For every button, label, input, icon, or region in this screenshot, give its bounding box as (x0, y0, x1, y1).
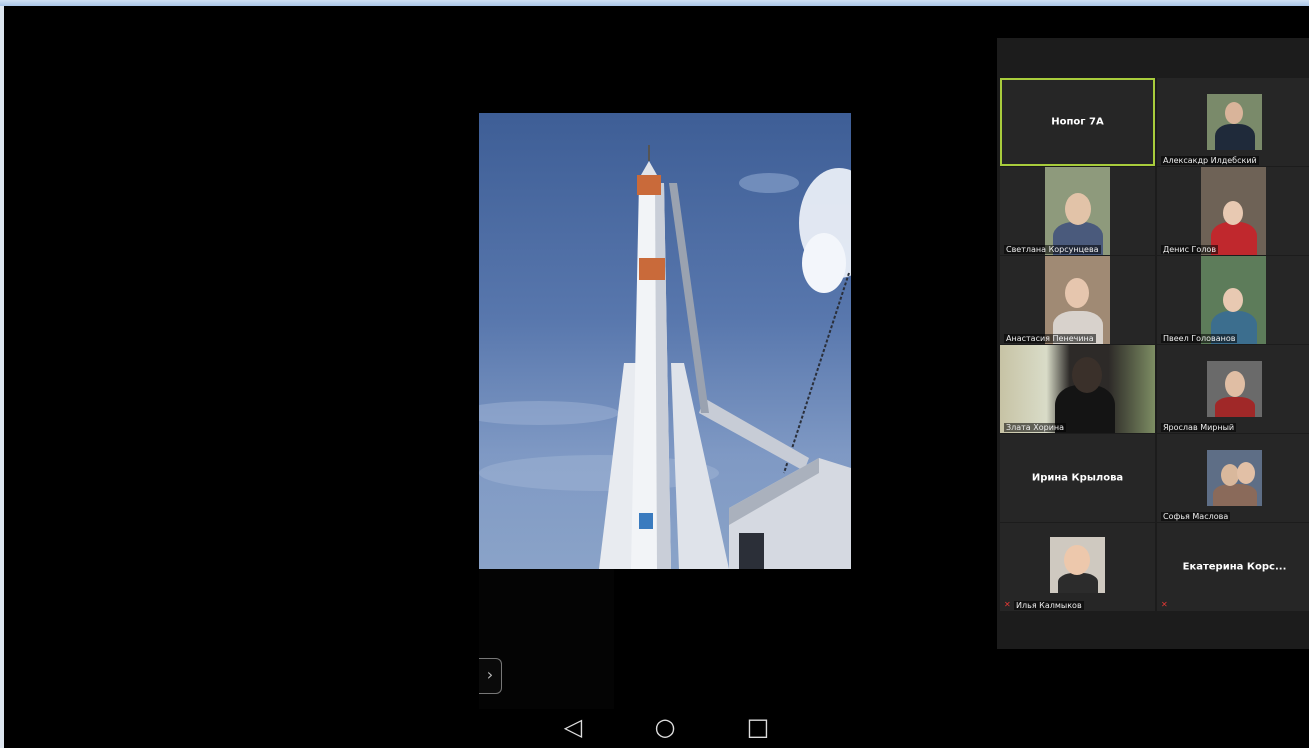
participant-tile[interactable]: Денис Голов (1157, 167, 1309, 255)
participant-tile[interactable]: Ирина Крылова (1000, 434, 1155, 522)
participant-name: Денис Голов (1161, 245, 1219, 254)
participant-name: Пвеел Голованов (1161, 334, 1238, 343)
participant-name: Софья Маслова (1161, 512, 1231, 521)
participant-name: Ирина Крылова (1031, 472, 1124, 484)
participant-video (1207, 450, 1262, 506)
participant-tile[interactable]: Злата Хорина (1000, 345, 1155, 433)
window-border (0, 6, 4, 748)
window-title-bar (0, 0, 1309, 6)
participant-name: Анастасия Пенечина (1004, 334, 1096, 343)
participant-tile[interactable]: Алексакдр Илдебский (1157, 78, 1309, 166)
participant-tile[interactable]: ✕ Илья Калмыков (1000, 523, 1155, 611)
back-nav-icon[interactable]: ◁ (558, 712, 588, 742)
participant-tile[interactable]: Софья Маслова (1157, 434, 1309, 522)
mic-muted-icon: ✕ (1004, 600, 1011, 609)
participant-video (1000, 345, 1155, 433)
recents-nav-icon[interactable]: □ (743, 712, 773, 742)
mic-muted-icon: ✕ (1161, 600, 1168, 609)
participant-name: Алексакдр Илдебский (1161, 156, 1259, 165)
participant-tile[interactable]: Екатерина Корс... ✕ (1157, 523, 1309, 611)
rocket-photo (479, 145, 851, 569)
participant-name: Илья Калмыков (1014, 601, 1084, 610)
participant-video (1050, 537, 1105, 593)
participant-video (1207, 94, 1262, 150)
participant-name: Нопог 7А (1051, 116, 1104, 128)
participant-video (1201, 167, 1266, 255)
participant-name: Злата Хорина (1004, 423, 1067, 432)
participant-video (1045, 167, 1110, 255)
participant-tile[interactable]: Светлана Корсунцева (1000, 167, 1155, 255)
home-nav-icon[interactable]: ○ (650, 712, 680, 742)
participant-name: Екатерина Корс... (1182, 561, 1287, 573)
participant-video (1207, 361, 1262, 417)
participant-name: Светлана Корсунцева (1004, 245, 1101, 254)
participant-tile[interactable]: Нопог 7А (1000, 78, 1155, 166)
participant-name: Ярослав Мирный (1161, 423, 1237, 432)
expand-panel-button[interactable]: › (479, 658, 502, 694)
participant-video (1045, 256, 1110, 344)
participant-tile[interactable]: Анастасия Пенечина (1000, 256, 1155, 344)
participant-tile[interactable]: Пвеел Голованов (1157, 256, 1309, 344)
participant-gallery: Нопог 7А Алексакдр Илдебский Светлана Ко… (997, 38, 1309, 649)
participant-tile[interactable]: Ярослав Мирный (1157, 345, 1309, 433)
shared-screen-rocket-photo (479, 113, 851, 569)
participant-video (1201, 256, 1266, 344)
